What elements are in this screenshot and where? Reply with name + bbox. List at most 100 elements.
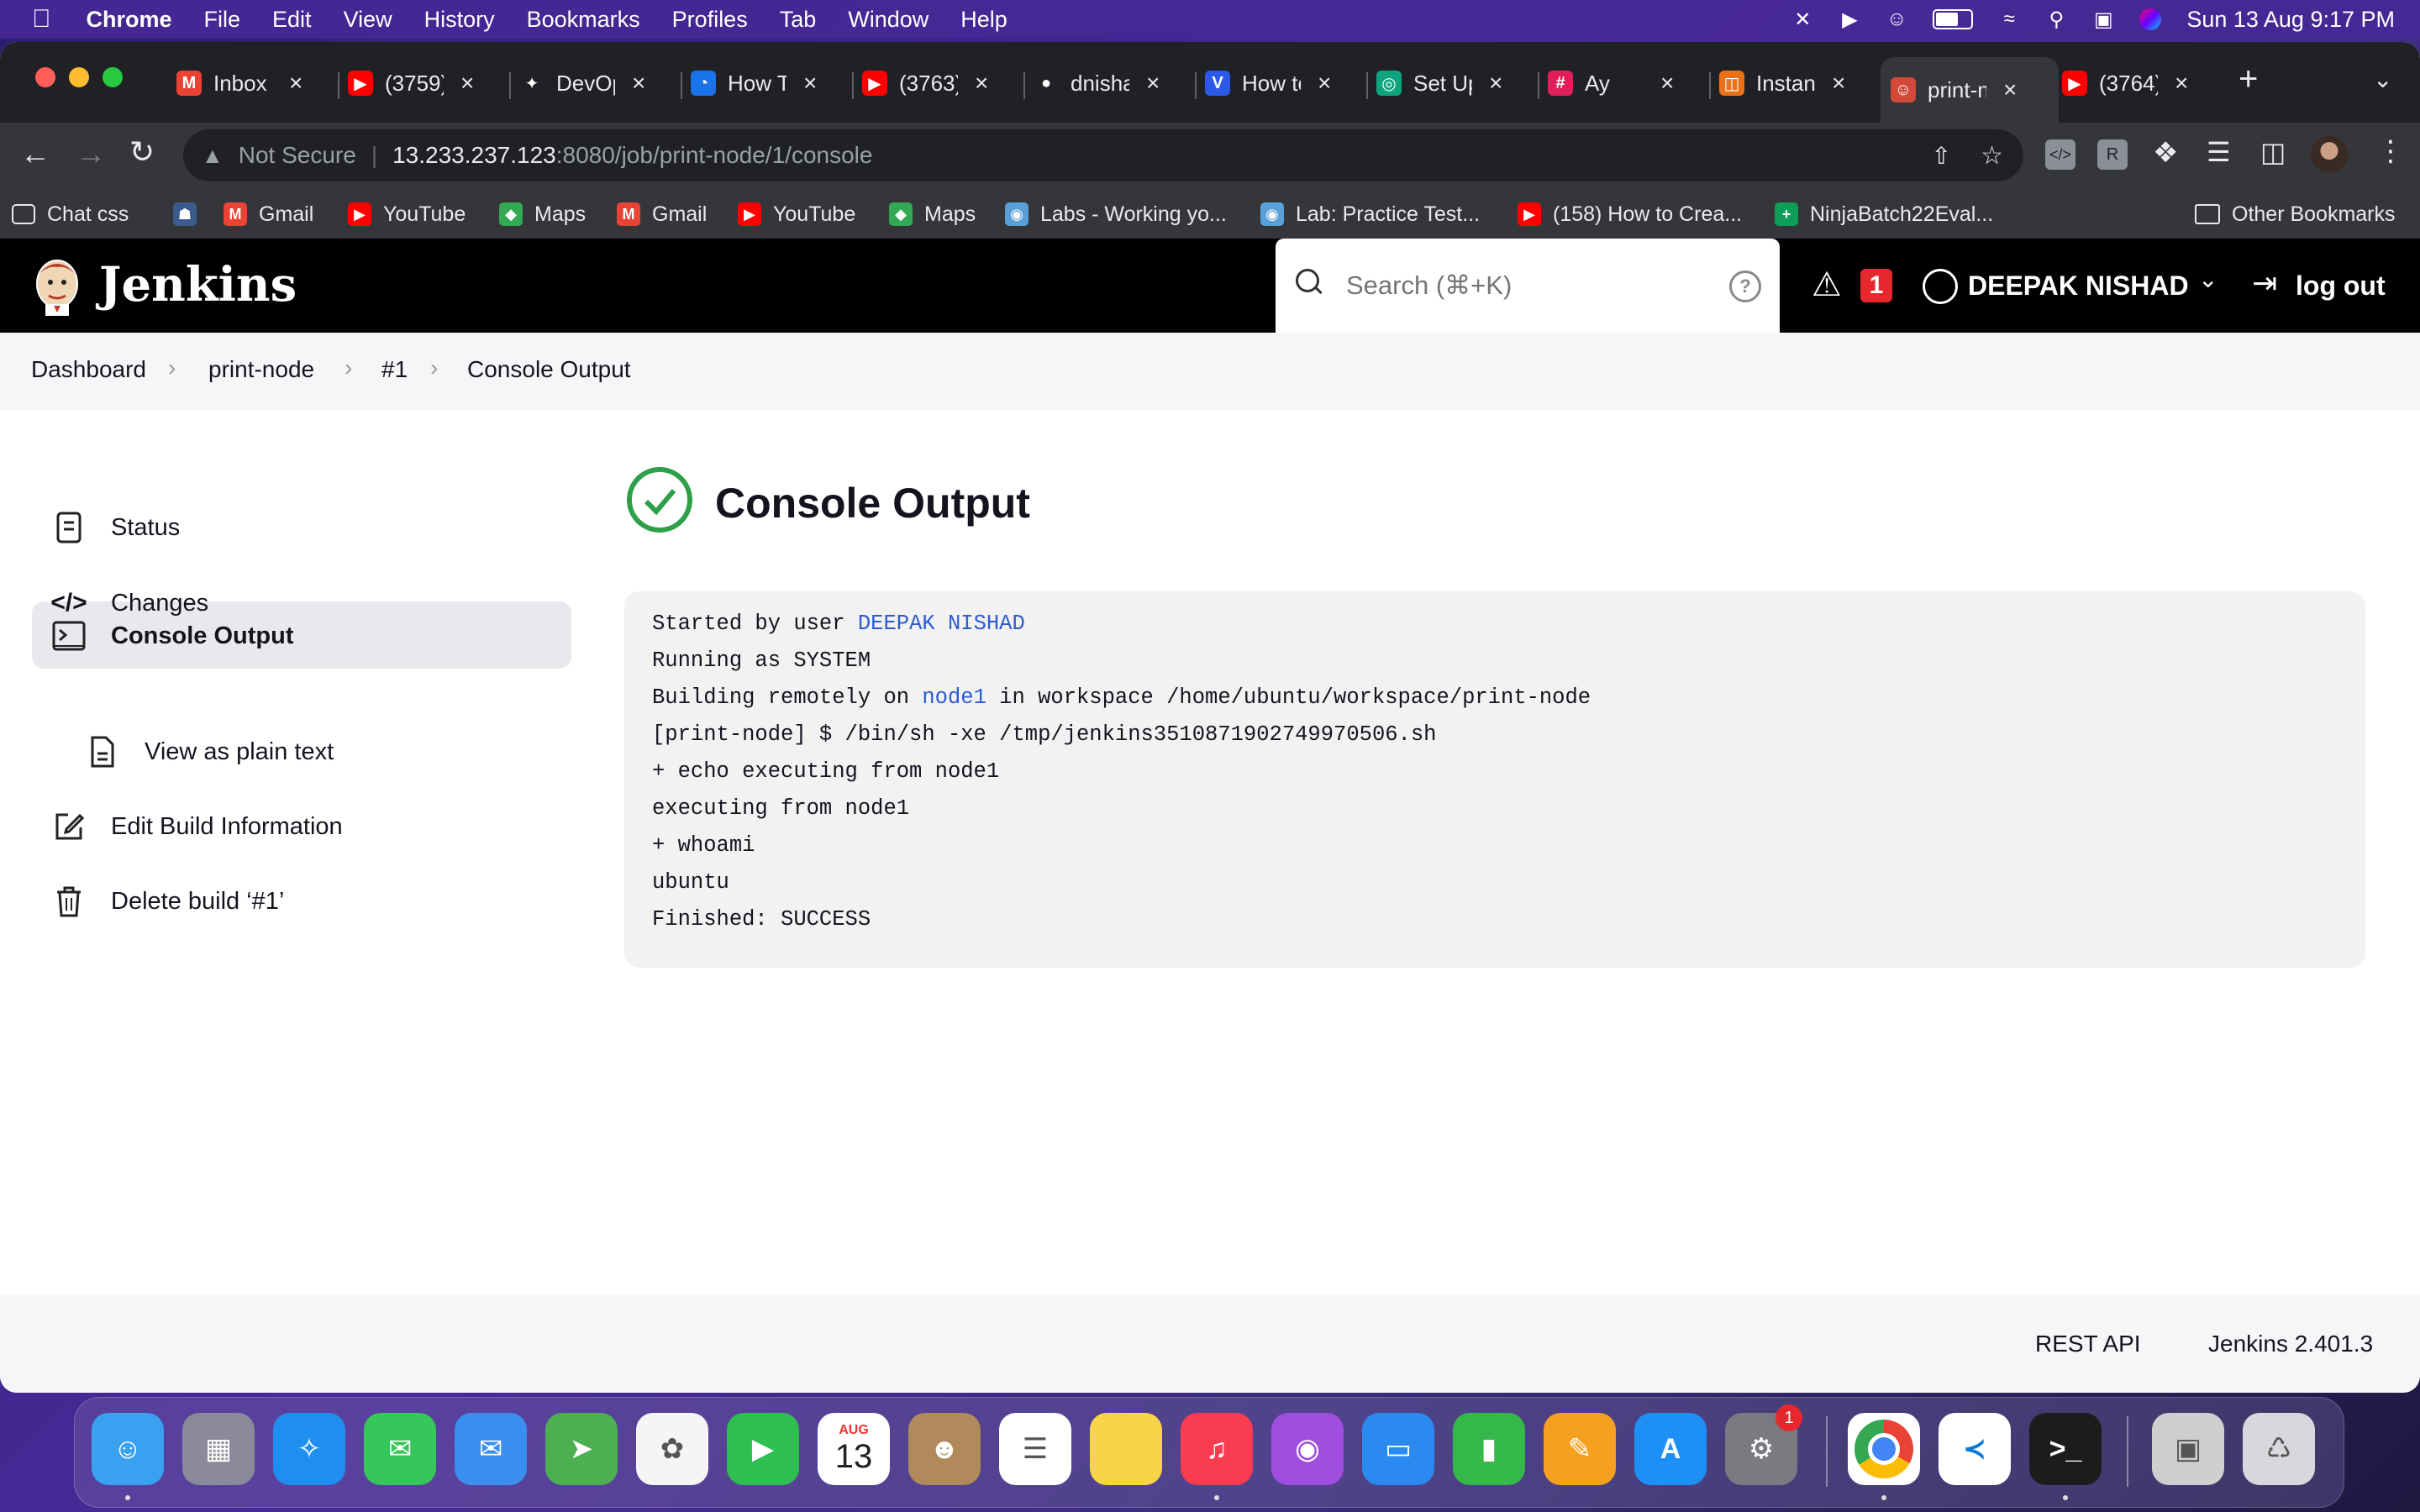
- dock-mail-icon[interactable]: ✉: [455, 1413, 527, 1485]
- dock-chrome-icon[interactable]: [1848, 1413, 1920, 1485]
- bookmark-item[interactable]: ▶ (158) How to Crea...: [1518, 198, 1742, 230]
- spotlight-icon[interactable]: ⚲: [2045, 8, 2067, 31]
- bookmark-star-icon[interactable]: ☆: [1981, 141, 2003, 171]
- browser-tab[interactable]: ● dnisha ×: [1034, 59, 1160, 108]
- dock-preview-icon[interactable]: ▣: [2152, 1413, 2224, 1485]
- menu-help[interactable]: Help: [960, 7, 1007, 33]
- tab-close-icon[interactable]: ×: [460, 70, 474, 97]
- browser-tab[interactable]: ☺ print-n ×: [1881, 57, 2059, 123]
- jenkins-logo[interactable]: [32, 257, 82, 316]
- browser-tab[interactable]: ✦ DevOp ×: [519, 59, 645, 108]
- browser-tab[interactable]: ▶ (3763) ×: [862, 59, 988, 108]
- dock-safari-icon[interactable]: ✧: [273, 1413, 345, 1485]
- bluetooth-icon[interactable]: ✕: [1791, 8, 1813, 31]
- extension-dev-icon[interactable]: </>: [2045, 139, 2075, 170]
- bookmark-item[interactable]: + NinjaBatch22Eval...: [1775, 198, 1993, 230]
- browser-tab[interactable]: ◫ Instanc ×: [1719, 59, 1845, 108]
- share-icon[interactable]: ⇧: [1932, 142, 1951, 170]
- play-icon[interactable]: ▶: [1839, 8, 1860, 31]
- dock-music-icon[interactable]: ♫: [1181, 1413, 1253, 1485]
- dock-terminal-icon[interactable]: >_: [2029, 1413, 2102, 1485]
- breadcrumb-current[interactable]: Console Output: [467, 356, 631, 383]
- sidebar-item-status[interactable]: Status: [52, 495, 180, 560]
- bookmark-item[interactable]: M Gmail: [224, 198, 313, 230]
- browser-tab[interactable]: # Ay ×: [1548, 59, 1674, 108]
- menu-app-name[interactable]: Chrome: [87, 7, 172, 33]
- user-icon[interactable]: [1923, 269, 1958, 304]
- dock-app-store-icon[interactable]: A: [1634, 1413, 1707, 1485]
- other-bookmarks[interactable]: Other Bookmarks: [2195, 198, 2396, 230]
- dock-launchpad-icon[interactable]: ▦: [182, 1413, 255, 1485]
- reload-button[interactable]: ↻: [129, 134, 155, 170]
- security-shield-icon[interactable]: ⚠: [1812, 265, 1842, 304]
- tab-close-icon[interactable]: ×: [2175, 70, 2188, 97]
- menu-bookmarks[interactable]: Bookmarks: [527, 7, 640, 33]
- battery-icon[interactable]: [1933, 9, 1974, 29]
- reading-list-icon[interactable]: ☰: [2207, 136, 2231, 168]
- dock-maps-icon[interactable]: ➤: [545, 1413, 618, 1485]
- address-bar[interactable]: ▲ Not Secure | 13.233.237.123 :8080/job/…: [183, 129, 2023, 181]
- rest-api-link[interactable]: REST API: [2035, 1331, 2141, 1357]
- dock-pages-icon[interactable]: ✎: [1544, 1413, 1616, 1485]
- url-path[interactable]: :8080/job/print-node/1/console: [556, 142, 873, 169]
- menu-file[interactable]: File: [204, 7, 241, 33]
- zoom-window-button[interactable]: [103, 67, 123, 87]
- user-chevron-icon[interactable]: ⌄: [2198, 265, 2217, 293]
- new-tab-button[interactable]: +: [2238, 60, 2258, 98]
- user-circle-icon[interactable]: ☺: [1886, 8, 1907, 30]
- tab-close-icon[interactable]: ×: [803, 70, 817, 97]
- bookmark-item[interactable]: ▶ YouTube: [738, 198, 855, 230]
- logout-icon[interactable]: ⇥: [2252, 265, 2277, 301]
- tab-close-icon[interactable]: ×: [1832, 70, 1845, 97]
- bookmark-item[interactable]: ◉ Lab: Practice Test...: [1260, 198, 1480, 230]
- sidebar-item-delete-build[interactable]: Delete build ‘#1’: [52, 869, 284, 934]
- dock-facetime-icon[interactable]: ▶: [727, 1413, 799, 1485]
- tab-close-icon[interactable]: ×: [1146, 70, 1160, 97]
- bookmark-item[interactable]: ☗: [173, 198, 208, 230]
- bookmark-item[interactable]: ◆ Maps: [889, 198, 976, 230]
- sidebar-item-plain-text[interactable]: View as plain text: [86, 719, 334, 785]
- dock-podcasts-icon[interactable]: ◉: [1271, 1413, 1344, 1485]
- dock-notes-icon[interactable]: [1090, 1413, 1162, 1485]
- help-icon[interactable]: ?: [1729, 270, 1761, 302]
- siri-icon[interactable]: [2139, 8, 2162, 30]
- extensions-puzzle-icon[interactable]: ❖: [2153, 136, 2178, 170]
- tab-close-icon[interactable]: ×: [2003, 76, 2017, 103]
- wifi-icon[interactable]: ≈: [1998, 8, 2020, 30]
- bookmark-item[interactable]: M Gmail: [617, 198, 707, 230]
- bookmark-item[interactable]: ◉ Labs - Working yo...: [1005, 198, 1227, 230]
- browser-tab[interactable]: M Inbox (×: [176, 59, 302, 108]
- menu-profiles[interactable]: Profiles: [672, 7, 748, 33]
- back-button[interactable]: ←: [20, 136, 50, 171]
- jenkins-search-box[interactable]: ?: [1276, 252, 1780, 319]
- warning-icon[interactable]: ▲: [202, 143, 224, 169]
- breadcrumb-build[interactable]: #1: [381, 356, 408, 383]
- tab-close-icon[interactable]: ×: [975, 70, 988, 97]
- menu-view[interactable]: View: [344, 7, 392, 33]
- search-input[interactable]: [1344, 264, 1701, 307]
- dock-messages-icon[interactable]: ✉: [364, 1413, 436, 1485]
- bookmark-item[interactable]: Chat css: [12, 198, 129, 230]
- tab-search-chevron-icon[interactable]: ⌄: [2373, 66, 2392, 93]
- chrome-menu-icon[interactable]: ⋮: [2376, 134, 2405, 168]
- user-name[interactable]: DEEPAK NISHAD: [1968, 270, 2189, 302]
- menu-history[interactable]: History: [424, 7, 495, 33]
- dock-trash-icon[interactable]: ♺: [2243, 1413, 2315, 1485]
- security-badge[interactable]: 1: [1860, 269, 1892, 302]
- tab-close-icon[interactable]: ×: [1660, 70, 1674, 97]
- jenkins-version[interactable]: Jenkins 2.401.3: [2208, 1331, 2373, 1357]
- breadcrumb-job[interactable]: print-node: [208, 356, 314, 383]
- dock-keynote-icon[interactable]: ▭: [1362, 1413, 1434, 1485]
- logout-link[interactable]: log out: [2296, 270, 2386, 302]
- browser-tab[interactable]: V How to ×: [1205, 59, 1331, 108]
- dock-contacts-icon[interactable]: ☻: [908, 1413, 981, 1485]
- profile-avatar[interactable]: [2311, 136, 2348, 173]
- console-user-link[interactable]: DEEPAK NISHAD: [858, 612, 1025, 636]
- menu-window[interactable]: Window: [848, 7, 929, 33]
- tab-close-icon[interactable]: ×: [632, 70, 645, 97]
- menu-edit[interactable]: Edit: [272, 7, 312, 33]
- dock-reminders-icon[interactable]: ☰: [999, 1413, 1071, 1485]
- minimize-window-button[interactable]: [69, 67, 89, 87]
- tab-close-icon[interactable]: ×: [1318, 70, 1331, 97]
- dock-vscode-icon[interactable]: ≺: [1939, 1413, 2011, 1485]
